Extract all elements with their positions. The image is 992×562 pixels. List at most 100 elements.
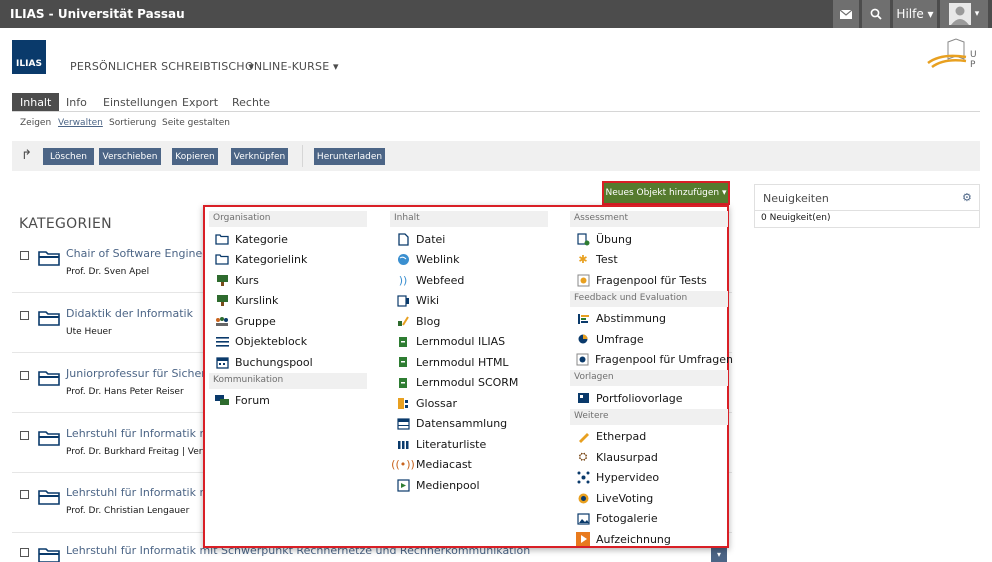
university-passau-logo: U P	[927, 38, 977, 70]
list-icon	[215, 335, 229, 349]
nav-online-courses[interactable]: ONLINE-KURSE ▾	[245, 60, 339, 73]
help-label: Hilfe ▾	[896, 7, 934, 21]
menu-item-lernmodul-scorm[interactable]: Lernmodul SCORM	[390, 373, 548, 394]
folder-icon	[38, 371, 60, 386]
move-button[interactable]: Verschieben	[99, 148, 161, 165]
category-description: Prof. Dr. Burkhard Freitag | Vert	[66, 447, 206, 457]
new-object-dropdown: Organisation Kategorie Kategorielink Kur…	[203, 205, 733, 550]
row-checkbox[interactable]	[20, 431, 29, 440]
search-icon	[870, 8, 882, 20]
menu-item-fragenpool-umfragen[interactable]: Fragenpool für Umfragen	[570, 350, 733, 371]
puzzle-icon: ✱	[578, 253, 588, 267]
news-title: Neuigkeiten	[763, 192, 829, 205]
menu-item-gruppe[interactable]: Gruppe	[209, 311, 367, 332]
course-icon	[215, 273, 229, 287]
row-checkbox[interactable]	[20, 548, 29, 557]
menu-item-abstimmung[interactable]: Abstimmung	[570, 309, 728, 330]
portfolio-icon	[576, 391, 590, 405]
svg-text:P: P	[970, 60, 976, 70]
row-checkbox[interactable]	[20, 371, 29, 380]
menu-item-datei[interactable]: Datei	[390, 229, 548, 250]
delete-button[interactable]: Löschen	[43, 148, 94, 165]
broadcast-icon: ((•))	[391, 458, 415, 472]
menu-item-forum[interactable]: Forum	[209, 391, 367, 412]
course-link-icon	[215, 294, 229, 308]
group-header-vorlagen: Vorlagen	[570, 370, 728, 386]
tab-inhalt[interactable]: Inhalt	[12, 93, 60, 112]
menu-item-lernmodul-ilias[interactable]: Lernmodul ILIAS	[390, 332, 548, 353]
menu-item-uebung[interactable]: Übung	[570, 229, 728, 250]
nav-personal-desk[interactable]: PERSÖNLICHER SCHREIBTISCH ▾	[70, 60, 254, 73]
menu-item-lernmodul-html[interactable]: Lernmodul HTML	[390, 352, 548, 373]
menu-item-etherpad[interactable]: Etherpad	[570, 427, 728, 448]
row-checkbox[interactable]	[20, 251, 29, 260]
group-header-organisation: Organisation	[209, 211, 367, 227]
forum-icon	[215, 394, 229, 408]
row-checkbox[interactable]	[20, 490, 29, 499]
menu-item-livevoting[interactable]: LiveVoting	[570, 488, 728, 509]
menu-item-kurs[interactable]: Kurs	[209, 270, 367, 291]
subtab-zeigen[interactable]: Zeigen	[20, 118, 51, 128]
chevron-down-icon: ▾	[716, 550, 721, 559]
menu-item-webfeed[interactable]: )) Webfeed	[390, 270, 548, 291]
menu-item-klausurpad[interactable]: ⛭ Klausurpad	[570, 447, 728, 468]
user-menu-button[interactable]: ▾	[940, 0, 988, 28]
menu-item-wiki[interactable]: Wiki	[390, 291, 548, 312]
menu-item-kategorielink[interactable]: Kategorielink	[209, 250, 367, 271]
news-count: 0 Neuigkeit(en)	[761, 213, 831, 223]
subtab-seite-gestalten[interactable]: Seite gestalten	[162, 118, 230, 128]
menu-item-umfrage[interactable]: Umfrage	[570, 329, 728, 350]
menu-item-fotogalerie[interactable]: Fotogalerie	[570, 509, 728, 530]
search-button[interactable]	[862, 0, 890, 28]
photo-icon	[576, 512, 590, 526]
gear-icon[interactable]: ⚙	[962, 191, 972, 204]
menu-item-blog[interactable]: Blog	[390, 311, 548, 332]
menu-item-fragenpool-tests[interactable]: Fragenpool für Tests	[570, 270, 728, 291]
ilias-logo[interactable]: ILIAS	[12, 40, 46, 74]
menu-item-aufzeichnung[interactable]: Aufzeichnung	[570, 529, 728, 550]
category-description: Prof. Dr. Hans Peter Reiser	[66, 387, 184, 397]
folder-icon	[38, 251, 60, 266]
copy-button[interactable]: Kopieren	[172, 148, 218, 165]
menu-item-buchungspool[interactable]: Buchungspool	[209, 352, 367, 373]
download-button[interactable]: Herunterladen	[314, 148, 385, 165]
tab-einstellungen[interactable]: Einstellungen	[95, 93, 186, 112]
link-button[interactable]: Verknüpfen	[231, 148, 288, 165]
blog-icon	[396, 314, 410, 328]
app-title: ILIAS - Universität Passau	[10, 7, 185, 21]
tab-export[interactable]: Export	[174, 93, 226, 112]
menu-item-test[interactable]: ✱ Test	[570, 250, 728, 271]
help-button[interactable]: Hilfe ▾	[893, 0, 937, 28]
category-title[interactable]: Didaktik der Informatik	[66, 307, 193, 320]
menu-item-weblink[interactable]: Weblink	[390, 250, 548, 271]
menu-item-glossar[interactable]: Glossar	[390, 393, 548, 414]
survey-icon	[576, 332, 590, 346]
dropdown-column-inhalt: Inhalt Datei Weblink )) Webfeed Wiki Blog…	[390, 211, 548, 496]
tab-rechte[interactable]: Rechte	[224, 93, 278, 112]
menu-item-medienpool[interactable]: Medienpool	[390, 475, 548, 496]
group-header-inhalt: Inhalt	[390, 211, 548, 227]
menu-item-kategorie[interactable]: Kategorie	[209, 229, 367, 250]
menu-item-mediacast[interactable]: ((•)) Mediacast	[390, 455, 548, 476]
section-title: KATEGORIEN	[19, 216, 112, 232]
mail-button[interactable]	[833, 0, 859, 28]
tab-info[interactable]: Info	[58, 93, 95, 112]
row-checkbox[interactable]	[20, 311, 29, 320]
subtab-verwalten[interactable]: Verwalten	[58, 118, 103, 128]
menu-item-literaturliste[interactable]: Literaturliste	[390, 434, 548, 455]
menu-item-portfoliovorlage[interactable]: Portfoliovorlage	[570, 388, 728, 409]
add-new-object-button[interactable]: Neues Objekt hinzufügen ▾	[602, 181, 730, 205]
folder-icon	[38, 311, 60, 326]
survey-pool-icon	[576, 353, 589, 367]
table-icon	[396, 417, 410, 431]
menu-item-kurslink[interactable]: Kurslink	[209, 291, 367, 312]
category-description: Ute Heuer	[66, 327, 112, 337]
menu-item-objekteblock[interactable]: Objekteblock	[209, 332, 367, 353]
folder-icon	[38, 490, 60, 505]
group-icon	[215, 314, 229, 328]
subtab-sortierung[interactable]: Sortierung	[109, 118, 156, 128]
menu-item-datensammlung[interactable]: Datensammlung	[390, 414, 548, 435]
category-description: Prof. Dr. Christian Lengauer	[66, 506, 190, 516]
globe-icon	[396, 253, 410, 267]
menu-item-hypervideo[interactable]: Hypervideo	[570, 468, 728, 489]
